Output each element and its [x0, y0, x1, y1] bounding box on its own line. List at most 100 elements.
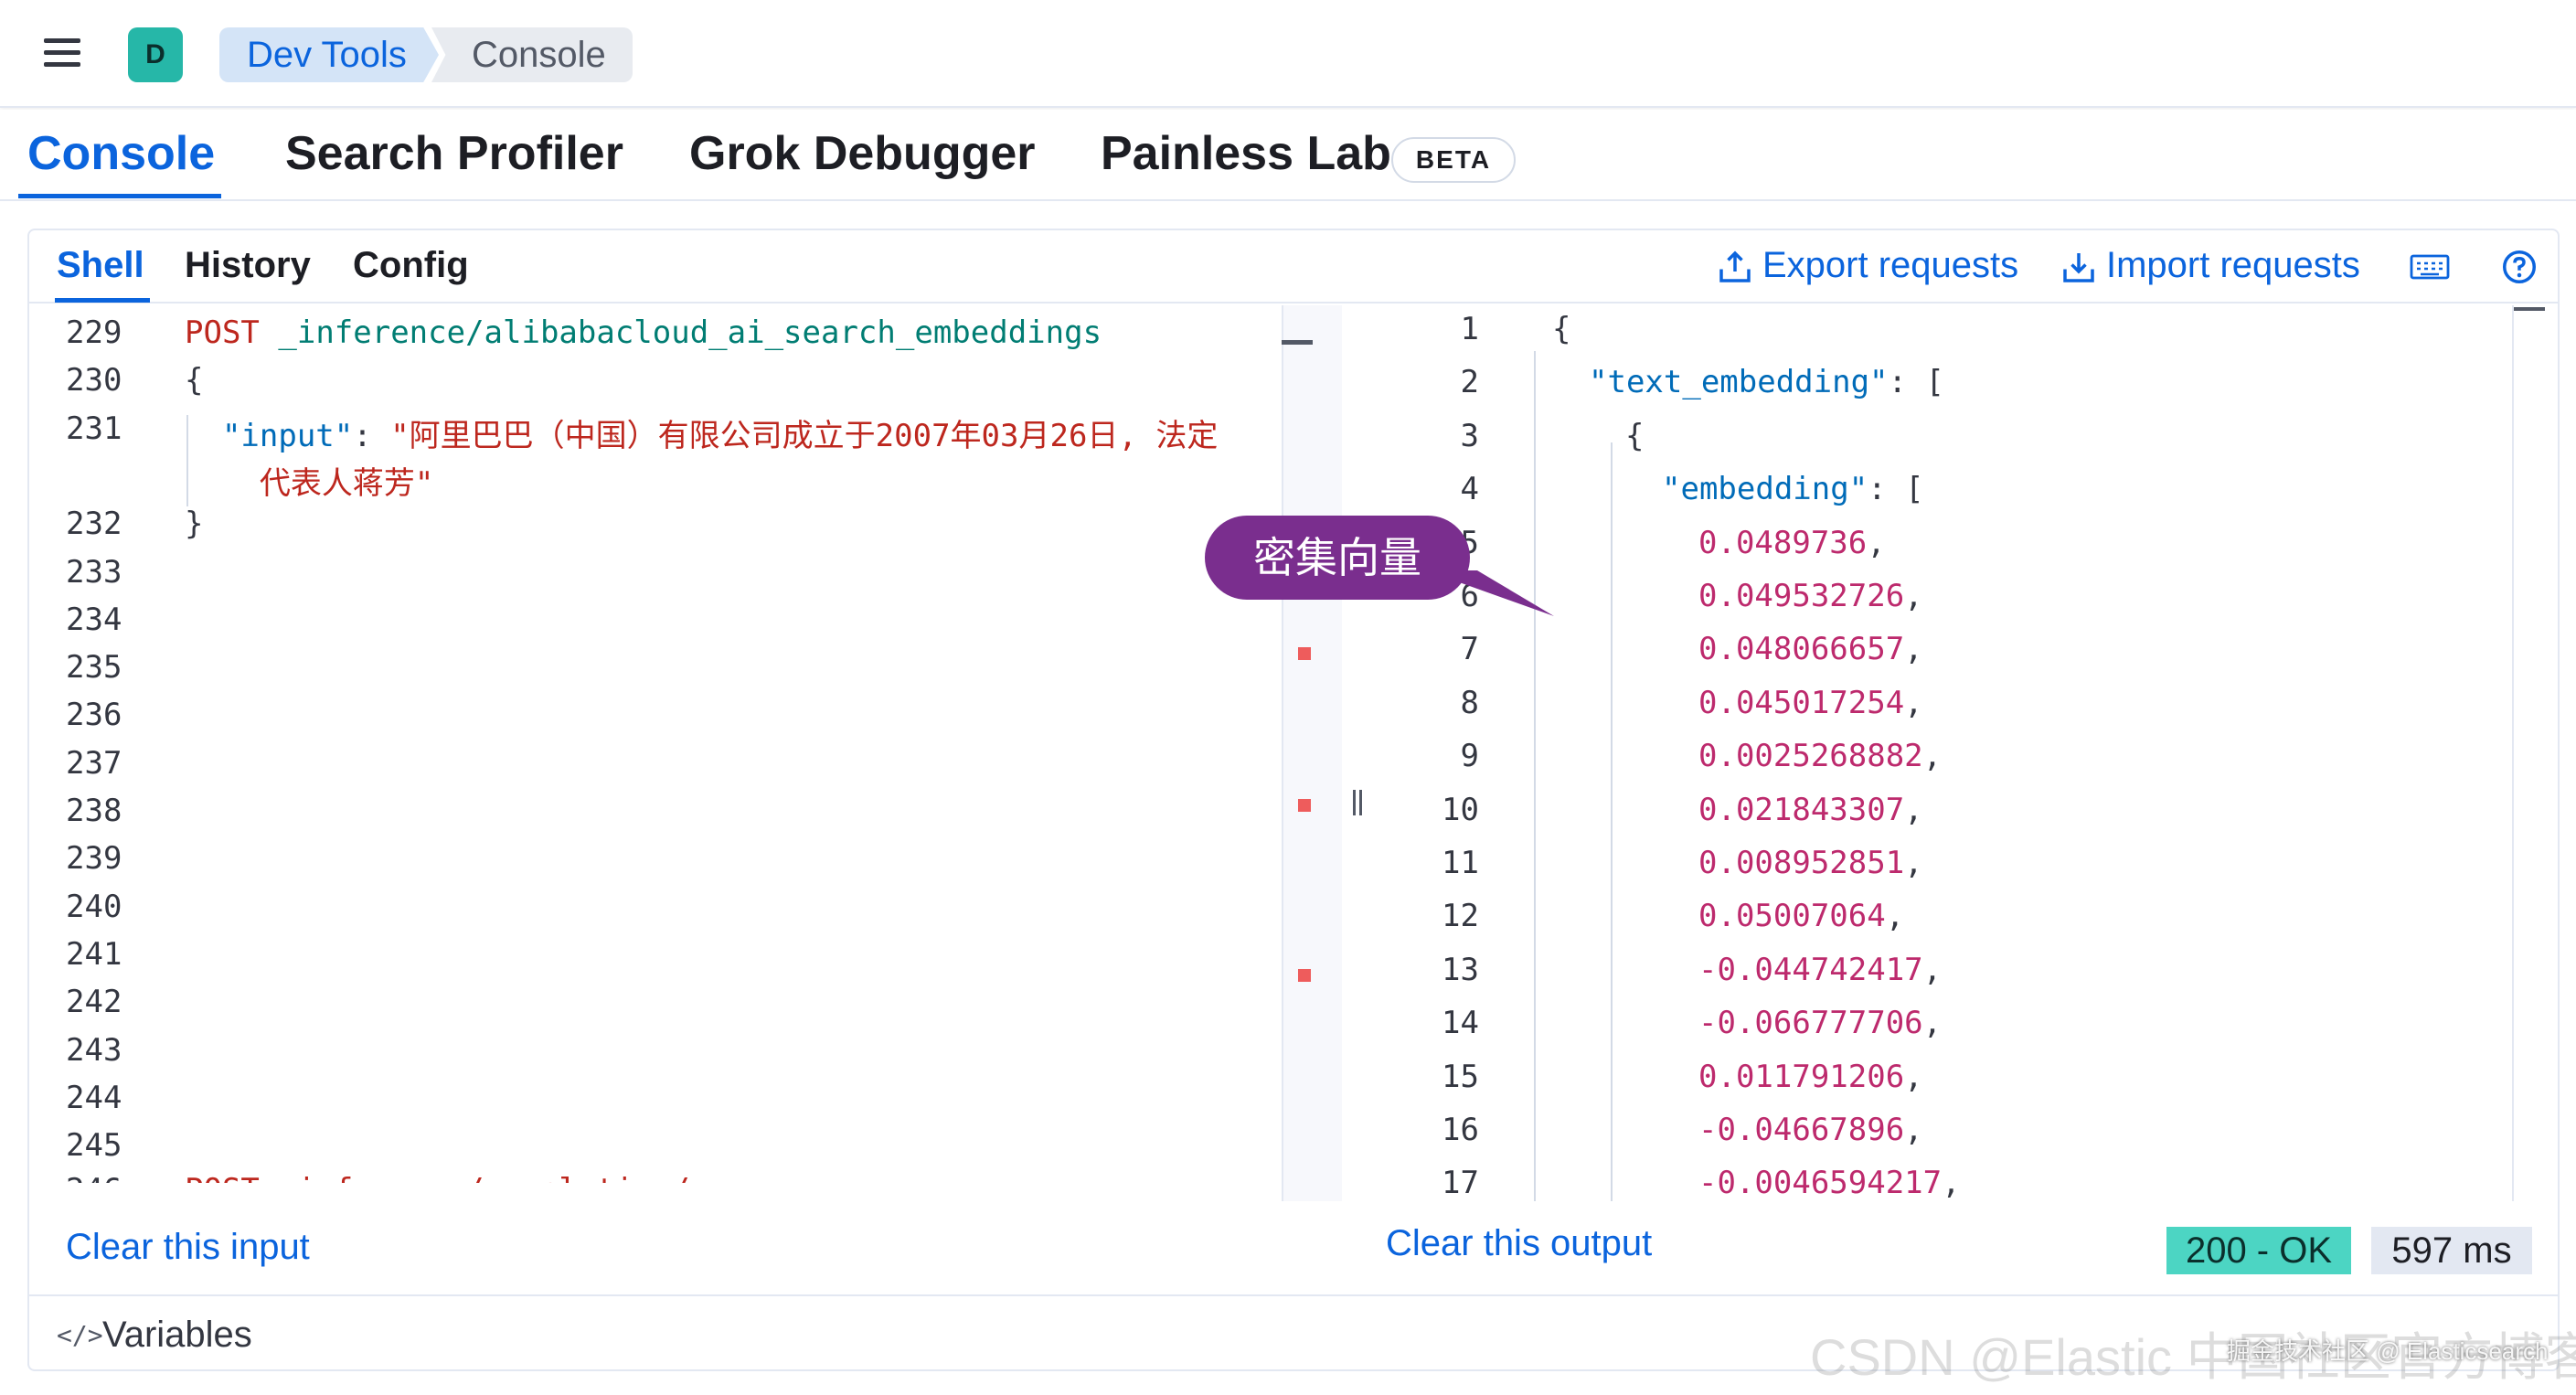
breadcrumb-console: Console — [431, 27, 633, 82]
code-token: 0.021843307 — [1698, 791, 1905, 828]
callout-label: 密集向量 — [1205, 516, 1470, 600]
line-number: 16 — [1442, 1112, 1479, 1148]
space-avatar[interactable]: D — [128, 27, 183, 82]
code-token: , — [1942, 1165, 1961, 1201]
code-line: -0.0046594217, — [1698, 1165, 1961, 1201]
code-token: , — [1904, 578, 1923, 614]
menu-icon[interactable] — [44, 38, 80, 68]
response-editor[interactable]: 1{2 "text_embedding": [3{4 "embedding": [5… — [1342, 305, 2549, 1201]
code-token: 0.011791206 — [1698, 1058, 1905, 1095]
code-line: { — [1625, 418, 1644, 454]
console-panel: Shell History Config Export requests Imp… — [27, 229, 2560, 1371]
output-scrollbar[interactable] — [2514, 307, 2545, 311]
top-header: D Dev Tools Console — [0, 0, 2576, 108]
line-number: 244 — [66, 1079, 122, 1116]
variables-label[interactable]: Variables — [102, 1315, 252, 1356]
code-token: "input" — [221, 417, 354, 454]
request-editor[interactable]: 246 POST _inference/completion/ 229 POST … — [29, 305, 1282, 1201]
line-number: 230 — [66, 362, 122, 399]
line-number: 12 — [1442, 898, 1479, 935]
error-marker — [1298, 969, 1311, 982]
status-badge: 200 - OK — [2166, 1227, 2351, 1274]
line-number: 14 — [1442, 1005, 1479, 1042]
code-line: -0.044742417, — [1698, 952, 1942, 988]
line-number: 17 — [1442, 1165, 1479, 1201]
line-number: 4 — [1460, 471, 1479, 508]
code-token: , — [1904, 684, 1923, 721]
line-number: 237 — [66, 744, 122, 782]
code-line: 0.021843307, — [1698, 792, 1923, 828]
import-icon[interactable] — [2060, 249, 2097, 285]
code-line: 0.045017254, — [1698, 685, 1923, 721]
tab-shell[interactable]: Shell — [57, 245, 144, 286]
code-token: , — [1885, 898, 1905, 935]
tab-grok-debugger[interactable]: Grok Debugger — [689, 126, 1036, 181]
line-number: 238 — [66, 793, 122, 829]
watermark-small: 掘金技术社区 @ Elasticsearch — [2227, 1337, 2549, 1365]
indent-guide — [1534, 351, 1536, 1201]
code-line: 0.05007064, — [1698, 898, 1904, 934]
code-token: _inference/alibabacloud_ai_search_embedd… — [278, 314, 1102, 351]
main-tabs: Console Search Profiler Grok Debugger Pa… — [0, 110, 2576, 201]
code-line: 代表人蒋芳" — [185, 458, 433, 503]
code-token: 0.048066657 — [1698, 631, 1905, 668]
clear-output-button[interactable]: Clear this output — [1386, 1223, 1652, 1264]
tab-history[interactable]: History — [185, 245, 311, 286]
line-number: 15 — [1442, 1058, 1479, 1095]
tab-console[interactable]: Console — [27, 126, 215, 181]
line-number: 229 — [66, 314, 122, 351]
output-scrollbar-track — [2512, 305, 2514, 1201]
export-requests-button[interactable]: Export requests — [1762, 245, 2018, 286]
code-token: , — [1922, 738, 1943, 775]
line-number: 11 — [1442, 845, 1479, 881]
code-line: 0.048066657, — [1698, 631, 1923, 667]
code-token: -0.066777706 — [1698, 1005, 1923, 1042]
code-token: 0.0025268882 — [1698, 738, 1923, 775]
code-token: : — [353, 417, 391, 454]
export-icon[interactable] — [1717, 249, 1753, 285]
line-number: 241 — [66, 935, 122, 973]
code-token: { — [1625, 417, 1645, 454]
code-token: "embedding" — [1662, 471, 1868, 508]
code-token: : [ — [1888, 364, 1944, 401]
line-number: 242 — [66, 984, 122, 1021]
line-number: 1 — [1460, 311, 1479, 347]
clear-input-button[interactable]: Clear this input — [66, 1227, 310, 1268]
tab-search-profiler[interactable]: Search Profiler — [285, 126, 623, 181]
code-line: } — [185, 506, 203, 542]
code-token: 0.049532726 — [1698, 578, 1905, 614]
indent-guide — [1611, 442, 1613, 1201]
tab-painless-lab[interactable]: Painless Lab — [1101, 126, 1391, 181]
line-number: 239 — [66, 840, 122, 878]
help-icon[interactable] — [2501, 249, 2538, 285]
tab-config[interactable]: Config — [353, 245, 469, 286]
breadcrumb-dev-tools[interactable]: Dev Tools — [219, 27, 439, 82]
line-number: 3 — [1460, 417, 1479, 454]
code-line: "embedding": [ — [1662, 471, 1924, 507]
code-token: -0.0046594217 — [1698, 1165, 1943, 1201]
code-line: "input": "阿里巴巴（中国）有限公司成立于2007年03月26日, 法定 — [185, 410, 1218, 455]
code-token: 0.045017254 — [1698, 684, 1905, 721]
line-number: 233 — [66, 553, 122, 591]
code-token: , — [1904, 845, 1923, 881]
code-token: -0.04667896 — [1698, 1112, 1905, 1148]
beta-badge: BETA — [1391, 137, 1516, 183]
code-token: } — [185, 506, 204, 543]
import-requests-button[interactable]: Import requests — [2106, 245, 2360, 286]
code-icon: </> — [57, 1320, 103, 1350]
code-token: 0.05007064 — [1698, 898, 1886, 935]
code-token: : [ — [1868, 471, 1924, 508]
line-number: 9 — [1460, 738, 1479, 775]
line-number: 235 — [66, 649, 122, 687]
code-line: { — [1552, 311, 1570, 347]
code-line: 0.0489736, — [1698, 525, 1886, 561]
code-token: , — [1867, 524, 1886, 561]
keyboard-icon[interactable] — [2410, 249, 2450, 285]
line-number: 246 — [66, 1172, 122, 1201]
line-number: 8 — [1460, 684, 1479, 721]
active-subtab-indicator — [55, 298, 150, 303]
code-line: { — [185, 362, 203, 399]
